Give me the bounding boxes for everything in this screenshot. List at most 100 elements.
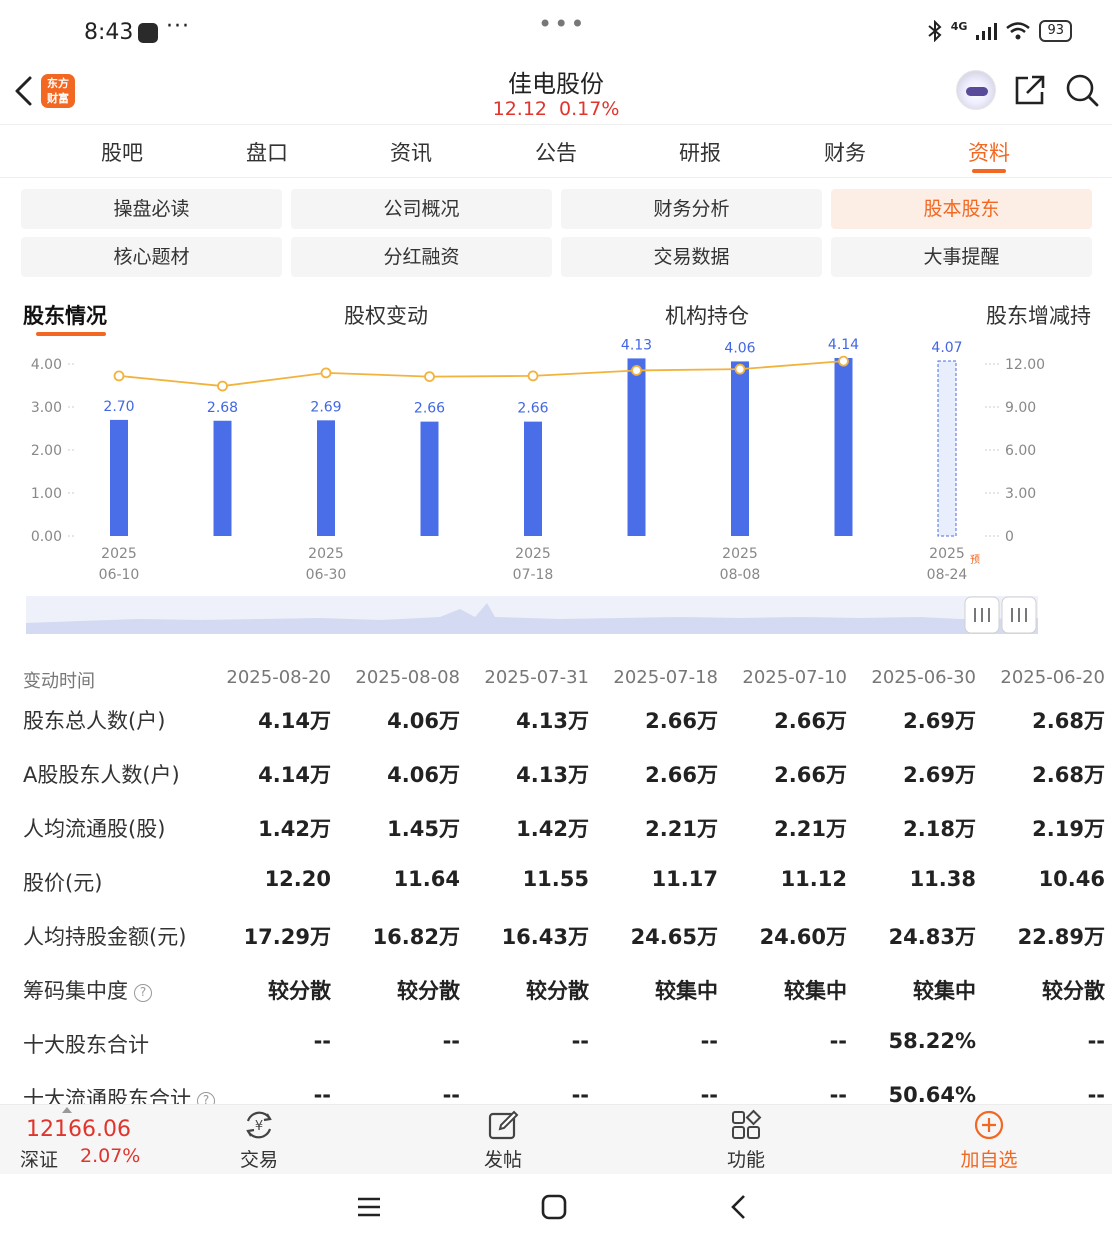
forecast-bar xyxy=(937,360,957,537)
table-cell: 1.42万 xyxy=(516,817,589,841)
table-row[interactable]: 人均流通股(股) 1.42万 1.45万 1.42万 2.21万 2.21万 2.18万 2.… xyxy=(0,808,1112,862)
active-tab-indicator xyxy=(972,169,1006,173)
bar xyxy=(213,420,232,536)
tab-pankou[interactable]: 盘口 xyxy=(217,137,317,167)
x-tick-date: 08-24 xyxy=(927,567,968,583)
functions-button[interactable]: 功能 xyxy=(701,1109,791,1172)
bar-value-label: 2.66 xyxy=(517,401,548,417)
table-header-date: 2025-08-20 xyxy=(226,667,331,688)
assistant-avatar[interactable] xyxy=(956,70,996,110)
table-cell: 4.14万 xyxy=(258,709,331,733)
tab-news[interactable]: 资讯 xyxy=(361,137,461,167)
bottom-bar: 12166.06 深证 2.07% ¥ 交易 发帖 功能 加自选 xyxy=(0,1104,1112,1174)
x-tick-year: 2025 xyxy=(929,546,965,562)
bar xyxy=(731,361,749,536)
bluetooth-icon xyxy=(928,20,942,42)
tab-guba[interactable]: 股吧 xyxy=(72,137,172,167)
table-cell: 4.06万 xyxy=(387,763,460,787)
tab-finance[interactable]: 财务 xyxy=(795,137,895,167)
subtab-indicator xyxy=(36,332,106,336)
btn-events[interactable]: 大事提醒 xyxy=(831,237,1092,277)
subtab-shareholders[interactable]: 股东情况 xyxy=(23,300,107,330)
home-icon[interactable] xyxy=(540,1193,568,1221)
table-cell: 1.42万 xyxy=(258,817,331,841)
bar xyxy=(110,419,128,536)
more-notifications-icon: ··· xyxy=(166,14,190,39)
table-cell: 较分散 xyxy=(1042,979,1105,1003)
battery-icon: 93 xyxy=(1039,20,1072,42)
table-cell: 2.18万 xyxy=(903,817,976,841)
table-cell: 11.38 xyxy=(909,867,976,891)
table-cell: 24.60万 xyxy=(759,925,847,949)
index-value[interactable]: 12166.06 xyxy=(26,1117,131,1142)
table-cell: 2.21万 xyxy=(645,817,718,841)
table-row-label: 十大股东合计 xyxy=(23,1033,149,1057)
x-tick-date: 06-30 xyxy=(306,567,347,583)
notification-app-icon xyxy=(138,23,158,43)
tab-announcements[interactable]: 公告 xyxy=(506,137,606,167)
shareholder-chart: 4.00 3.00 2.00 1.00 0.00 12.00 9.00 6.00 3.00 0 2.… xyxy=(0,337,1112,647)
price-point xyxy=(631,365,642,376)
tab-profile[interactable]: 资料 xyxy=(939,137,1039,167)
btn-dividends[interactable]: 分红融资 xyxy=(291,237,552,277)
post-button[interactable]: 发帖 xyxy=(458,1109,548,1172)
table-row[interactable]: 股东总人数(户) 4.14万 4.06万 4.13万 2.66万 2.66万 2.69万 2.… xyxy=(0,700,1112,754)
share-icon[interactable] xyxy=(1012,72,1048,108)
table-row-label: 股价(元) xyxy=(23,871,103,895)
table-cell: 2.69万 xyxy=(903,763,976,787)
y-right-tick-label: 9.00 xyxy=(1005,400,1036,416)
index-change[interactable]: 2.07% xyxy=(80,1145,140,1167)
table-row[interactable]: A股股东人数(户) 4.14万 4.06万 4.13万 2.66万 2.66万 2.69万 2… xyxy=(0,754,1112,808)
table-cell: 4.14万 xyxy=(258,763,331,787)
table-cell: 2.68万 xyxy=(1032,709,1105,733)
help-icon[interactable]: ? xyxy=(134,984,152,1002)
table-cell: 较分散 xyxy=(526,979,589,1003)
search-icon[interactable] xyxy=(1064,72,1100,108)
y-left-tick-label: 4.00 xyxy=(31,357,62,373)
svg-text:¥: ¥ xyxy=(255,1119,263,1134)
bar-value-label: 4.13 xyxy=(621,337,652,353)
table-row-label: A股股东人数(户) xyxy=(23,763,180,787)
table-header-date: 2025-06-30 xyxy=(871,667,976,688)
y-right-tick-label: 3.00 xyxy=(1005,486,1036,502)
nav-back-icon[interactable] xyxy=(728,1193,750,1221)
expand-caret-icon[interactable] xyxy=(62,1107,72,1113)
table-row[interactable]: 筹码集中度? 较分散 较分散 较分散 较集中 较集中 较集中 较分散 xyxy=(0,970,1112,1024)
subtab-holding-changes[interactable]: 股东增减持 xyxy=(986,300,1091,330)
btn-trading-guide[interactable]: 操盘必读 xyxy=(21,189,282,229)
subtab-equity-change[interactable]: 股权变动 xyxy=(344,300,428,330)
table-cell: 2.19万 xyxy=(1032,817,1105,841)
add-watchlist-button[interactable]: 加自选 xyxy=(944,1109,1034,1172)
table-header-date: 2025-08-08 xyxy=(355,667,460,688)
btn-financial-analysis[interactable]: 财务分析 xyxy=(561,189,822,229)
window-handle-dots[interactable]: ••• xyxy=(538,10,586,38)
table-cell: 较分散 xyxy=(268,979,331,1003)
table-row-label: 人均持股金额(元) xyxy=(23,925,187,949)
table-row[interactable]: 十大股东合计 -- -- -- -- -- 58.22% -- xyxy=(0,1024,1112,1078)
tab-research[interactable]: 研报 xyxy=(650,137,750,167)
trade-button[interactable]: ¥ 交易 xyxy=(214,1109,304,1172)
table-cell: 11.17 xyxy=(651,867,718,891)
x-tick-year: 2025 xyxy=(308,546,344,562)
table-cell: 24.65万 xyxy=(630,925,718,949)
table-cell: 2.68万 xyxy=(1032,763,1105,787)
btn-trading-data[interactable]: 交易数据 xyxy=(561,237,822,277)
status-bar: 8:43 ··· ••• 4G 93 xyxy=(0,0,1112,64)
index-name[interactable]: 深证 xyxy=(20,1145,58,1172)
table-row[interactable]: 股价(元) 12.20 11.64 11.55 11.17 11.12 11.38 10.46 xyxy=(0,862,1112,916)
table-cell: 11.55 xyxy=(522,867,589,891)
btn-core-themes[interactable]: 核心题材 xyxy=(21,237,282,277)
table-cell: 2.69万 xyxy=(903,709,976,733)
recent-apps-icon[interactable] xyxy=(356,1194,382,1220)
btn-company-overview[interactable]: 公司概况 xyxy=(291,189,552,229)
table-cell: 较集中 xyxy=(655,979,718,1003)
table-header-date: 2025-06-20 xyxy=(1000,667,1105,688)
subtab-institutions[interactable]: 机构持仓 xyxy=(665,300,749,330)
x-tick-year: 2025 xyxy=(515,546,551,562)
x-tick-year: 2025 xyxy=(101,546,137,562)
table-cell: 较分散 xyxy=(397,979,460,1003)
table-row[interactable]: 人均持股金额(元) 17.29万 16.82万 16.43万 24.65万 24.60万 2… xyxy=(0,916,1112,970)
table-header-row: 变动时间 2025-08-20 2025-08-08 2025-07-31 2025-0… xyxy=(0,660,1112,696)
stock-price: 12.12 xyxy=(492,98,548,120)
btn-shareholders[interactable]: 股本股东 xyxy=(831,189,1092,229)
